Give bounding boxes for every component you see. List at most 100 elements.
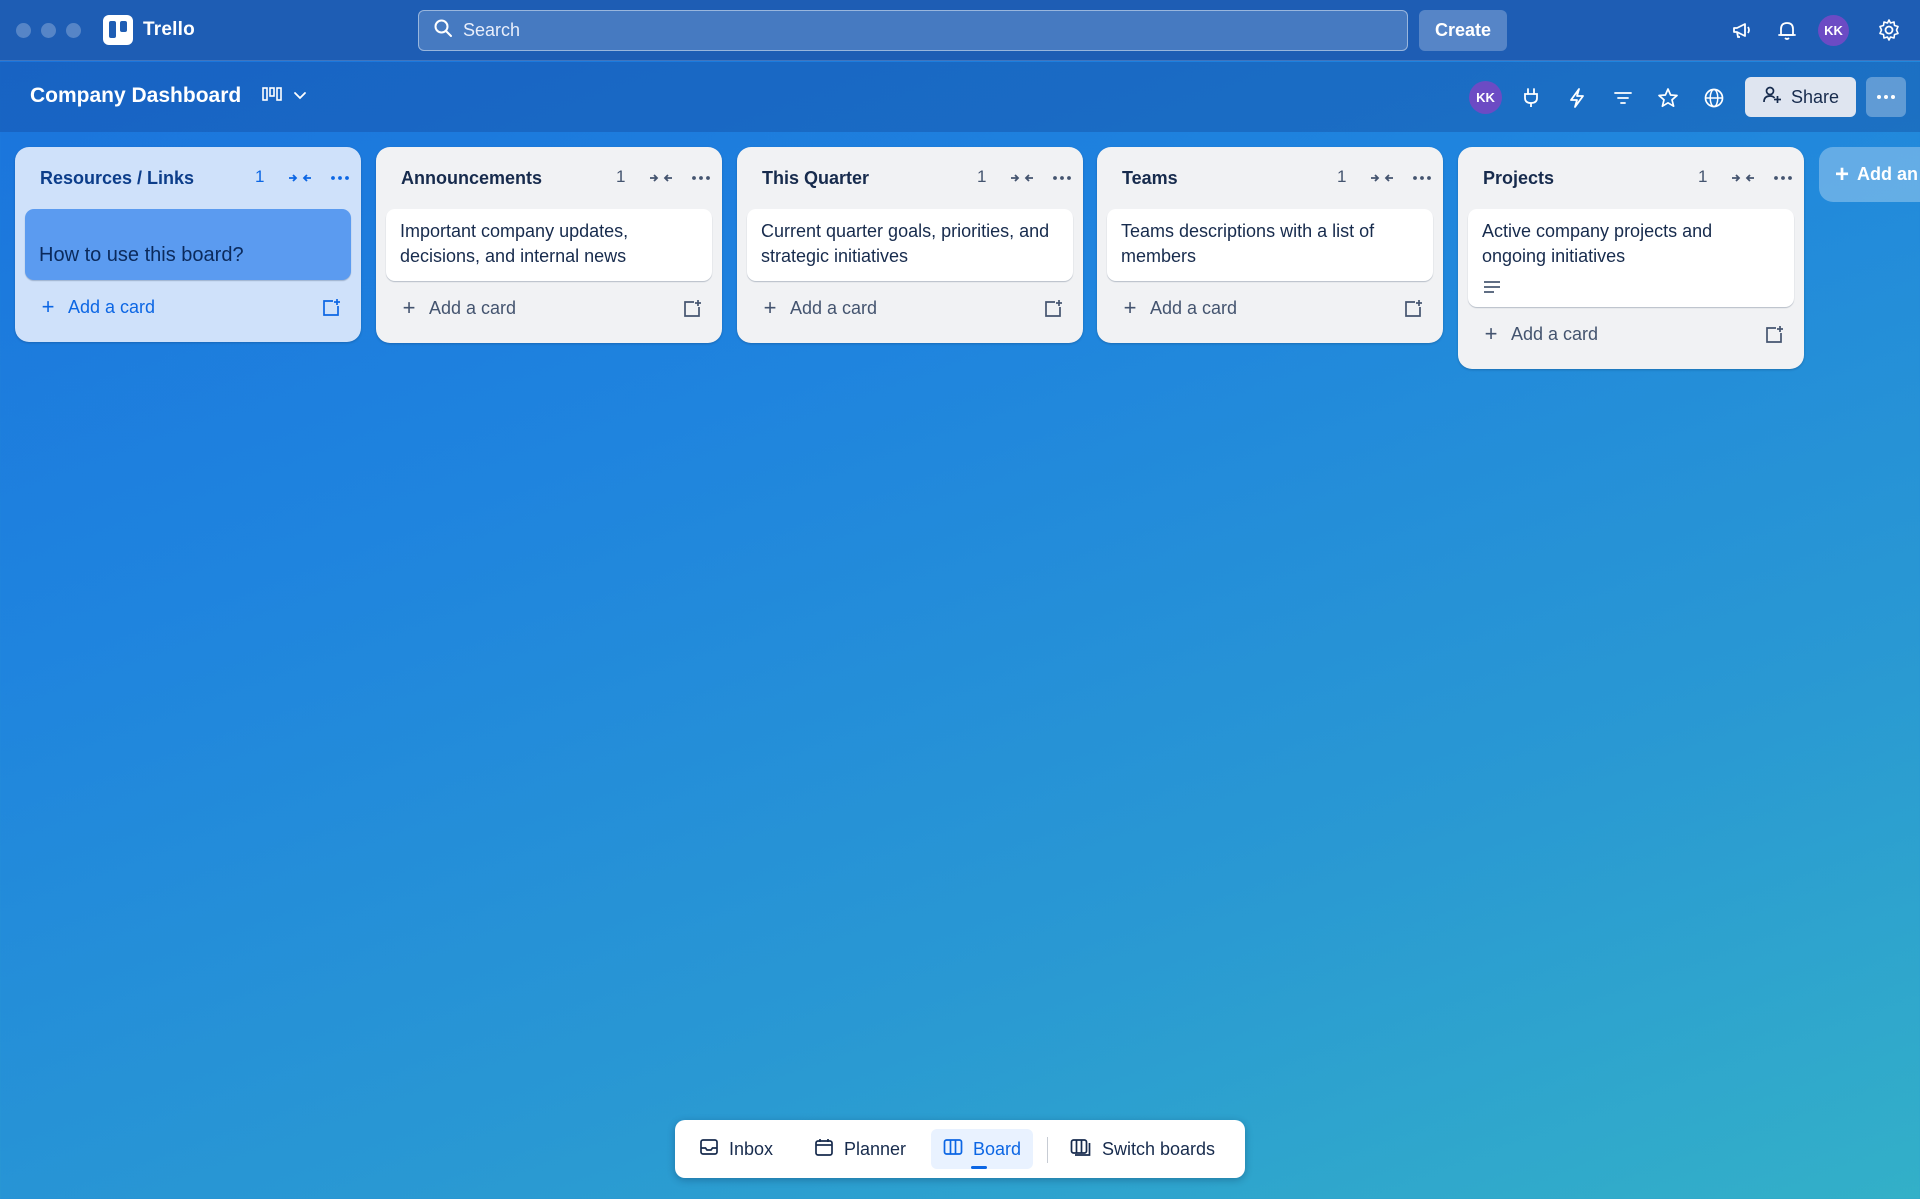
- share-button[interactable]: Share: [1745, 77, 1856, 117]
- collapse-list-icon[interactable]: [1730, 165, 1756, 191]
- plus-icon: +: [402, 295, 416, 320]
- add-list-label: Add an: [1857, 164, 1919, 184]
- board-label: Board: [973, 1138, 1022, 1159]
- card-template-icon[interactable]: [1762, 323, 1786, 347]
- chevron-down-icon: [292, 87, 308, 108]
- list-card-count: 1: [1337, 167, 1347, 186]
- list-resources-links: Resources / Links 1 How to use this boar…: [15, 147, 361, 342]
- card-template-icon[interactable]: [1041, 297, 1065, 321]
- board-view-switcher[interactable]: [262, 82, 308, 112]
- filter-icon[interactable]: [1607, 82, 1639, 114]
- window-close-button[interactable]: [16, 23, 31, 38]
- add-card-label: Add a card: [1150, 297, 1238, 318]
- description-icon: [1482, 277, 1780, 295]
- search-icon: [433, 18, 453, 43]
- list-actions-icon[interactable]: [1409, 165, 1435, 191]
- card[interactable]: How to use this board?: [25, 209, 351, 280]
- add-card-button[interactable]: + Add a card: [386, 283, 712, 333]
- search-bar[interactable]: [418, 10, 1408, 51]
- plus-icon: +: [41, 294, 55, 319]
- list-title[interactable]: Announcements: [401, 168, 542, 189]
- list-announcements: Announcements 1 Important company update…: [376, 147, 722, 343]
- dock-divider: [1047, 1137, 1048, 1163]
- collapse-list-icon[interactable]: [648, 165, 674, 191]
- card[interactable]: Teams descriptions with a list of member…: [1107, 209, 1433, 281]
- top-bar: Trello Create KK: [0, 0, 1920, 61]
- add-list-button[interactable]: + Add an: [1819, 147, 1920, 202]
- app-name: Trello: [143, 19, 195, 40]
- add-card-label: Add a card: [429, 297, 517, 318]
- collapse-list-icon[interactable]: [1009, 165, 1035, 191]
- add-card-label: Add a card: [68, 296, 156, 317]
- share-label: Share: [1790, 86, 1840, 107]
- add-card-button[interactable]: + Add a card: [1107, 283, 1433, 333]
- board-title[interactable]: Company Dashboard: [30, 84, 241, 108]
- collapse-list-icon[interactable]: [287, 165, 313, 191]
- user-avatar[interactable]: KK: [1818, 15, 1849, 46]
- list-card-count: 1: [616, 167, 626, 186]
- visibility-globe-icon[interactable]: [1698, 82, 1730, 114]
- card[interactable]: Active company projects and ongoing init…: [1468, 209, 1794, 307]
- list-actions-icon[interactable]: [1770, 165, 1796, 191]
- board-member-avatar[interactable]: KK: [1469, 81, 1502, 114]
- list-header[interactable]: This Quarter 1: [747, 147, 1073, 209]
- list-header[interactable]: Teams 1: [1107, 147, 1433, 209]
- add-card-button[interactable]: + Add a card: [1468, 309, 1794, 359]
- list-card-count: 1: [1698, 167, 1708, 186]
- board-button[interactable]: Board: [931, 1129, 1034, 1169]
- plus-icon: +: [1123, 295, 1137, 320]
- inbox-icon: [699, 1137, 719, 1162]
- inbox-button[interactable]: Inbox: [687, 1129, 785, 1169]
- automation-lightning-icon[interactable]: [1561, 82, 1593, 114]
- list-title[interactable]: Teams: [1122, 168, 1178, 189]
- list-title[interactable]: Projects: [1483, 168, 1554, 189]
- list-this-quarter: This Quarter 1 Current quarter goals, pr…: [737, 147, 1083, 343]
- inbox-label: Inbox: [729, 1138, 774, 1159]
- add-person-icon: [1762, 85, 1782, 110]
- card-title: Active company projects and ongoing init…: [1482, 221, 1713, 266]
- notifications-bell-icon[interactable]: [1772, 15, 1802, 45]
- board-view-icon: [262, 86, 282, 108]
- window-zoom-button[interactable]: [66, 23, 81, 38]
- list-actions-icon[interactable]: [688, 165, 714, 191]
- plus-icon: +: [763, 295, 777, 320]
- board-icon: [943, 1138, 963, 1161]
- trello-logo[interactable]: Trello: [103, 15, 195, 45]
- card-template-icon[interactable]: [680, 297, 704, 321]
- list-card-count: 1: [977, 167, 987, 186]
- board-header: Company Dashboard KK Share: [0, 62, 1920, 132]
- card[interactable]: Important company updates, decisions, an…: [386, 209, 712, 281]
- plus-icon: +: [1484, 321, 1498, 346]
- collapse-list-icon[interactable]: [1369, 165, 1395, 191]
- planner-button[interactable]: Planner: [802, 1129, 918, 1169]
- bottom-navigation: Inbox Planner Board Switch boards: [675, 1120, 1245, 1178]
- list-title[interactable]: This Quarter: [762, 168, 869, 189]
- star-icon[interactable]: [1652, 82, 1684, 114]
- settings-gear-icon[interactable]: [1874, 15, 1904, 45]
- card-template-icon[interactable]: [1401, 297, 1425, 321]
- add-card-button[interactable]: + Add a card: [747, 283, 1073, 333]
- active-indicator: [971, 1166, 987, 1169]
- list-actions-icon[interactable]: [1049, 165, 1075, 191]
- create-button[interactable]: Create: [1419, 10, 1507, 51]
- list-title[interactable]: Resources / Links: [40, 168, 194, 189]
- calendar-icon: [814, 1137, 834, 1162]
- announcements-icon[interactable]: [1727, 15, 1757, 45]
- switch-boards-icon: [1070, 1137, 1092, 1162]
- window-minimize-button[interactable]: [41, 23, 56, 38]
- list-header[interactable]: Projects 1: [1468, 147, 1794, 209]
- list-header[interactable]: Resources / Links 1: [25, 147, 351, 209]
- list-card-count: 1: [255, 167, 265, 186]
- add-card-label: Add a card: [790, 297, 878, 318]
- switch-boards-button[interactable]: Switch boards: [1058, 1129, 1227, 1169]
- add-card-button[interactable]: + Add a card: [25, 282, 351, 332]
- planner-label: Planner: [844, 1138, 907, 1159]
- search-input[interactable]: [463, 20, 1363, 41]
- card-template-icon[interactable]: [319, 296, 343, 320]
- board-menu-button[interactable]: [1866, 77, 1906, 117]
- power-ups-plug-icon[interactable]: [1515, 82, 1547, 114]
- list-header[interactable]: Announcements 1: [386, 147, 712, 209]
- list-teams: Teams 1 Teams descriptions with a list o…: [1097, 147, 1443, 343]
- card[interactable]: Current quarter goals, priorities, and s…: [747, 209, 1073, 281]
- list-actions-icon[interactable]: [327, 165, 353, 191]
